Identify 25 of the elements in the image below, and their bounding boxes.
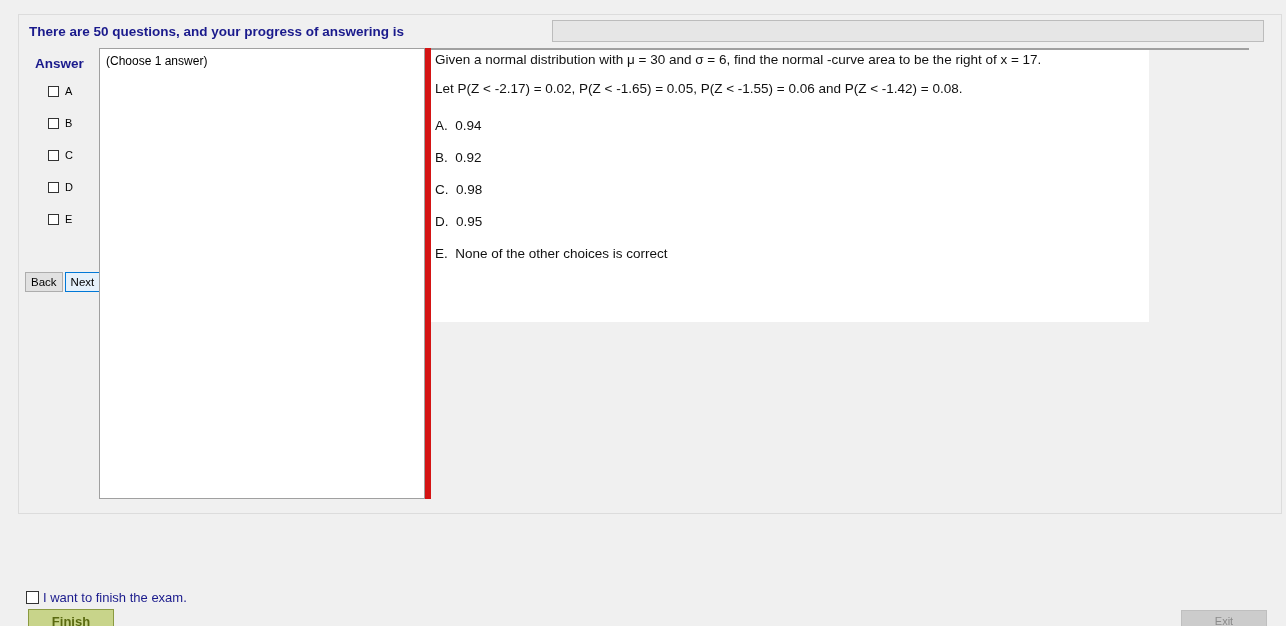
progress-caption: There are 50 questions, and your progress of answering is	[29, 23, 406, 39]
instruction-text: (Choose 1 answer)	[106, 54, 208, 68]
finish-button[interactable]: Finish	[28, 609, 114, 626]
answer-checkbox[interactable]	[48, 181, 59, 193]
finish-checkbox[interactable]	[26, 591, 39, 604]
answer-checkbox[interactable]	[48, 149, 59, 161]
option-label: C	[65, 149, 73, 161]
answer-checkbox[interactable]	[48, 213, 59, 225]
choice-text: D. 0.95	[435, 214, 484, 229]
finish-label: I want to finish the exam.	[43, 590, 187, 605]
option-label: B	[65, 117, 73, 129]
option-label: E	[65, 213, 73, 225]
answer-heading: Answer	[35, 56, 85, 71]
option-label: D	[65, 181, 73, 193]
answer-checkbox[interactable]	[48, 117, 59, 129]
choice-text: A. 0.94	[435, 118, 483, 133]
question-text: Let P(Z < -2.17) = 0.02, P(Z < -1.65) = 0.05, P(Z < -1.55) = 0.06 and P(Z < -1.42) = 0.08.	[435, 81, 964, 96]
question-text: Given a normal distribution with μ = 30 and σ = 6, find the normal -curve area to be the right of x = 17.	[435, 52, 1043, 67]
choice-text: C. 0.98	[435, 182, 484, 197]
nav-button[interactable]: Next	[64, 272, 101, 292]
choice-text: E. None of the other choices is correct	[435, 246, 669, 261]
answer-checkbox[interactable]	[48, 85, 59, 97]
nav-button[interactable]: Back	[25, 272, 63, 292]
option-label: A	[65, 85, 73, 97]
choice-text: B. 0.92	[435, 150, 483, 165]
